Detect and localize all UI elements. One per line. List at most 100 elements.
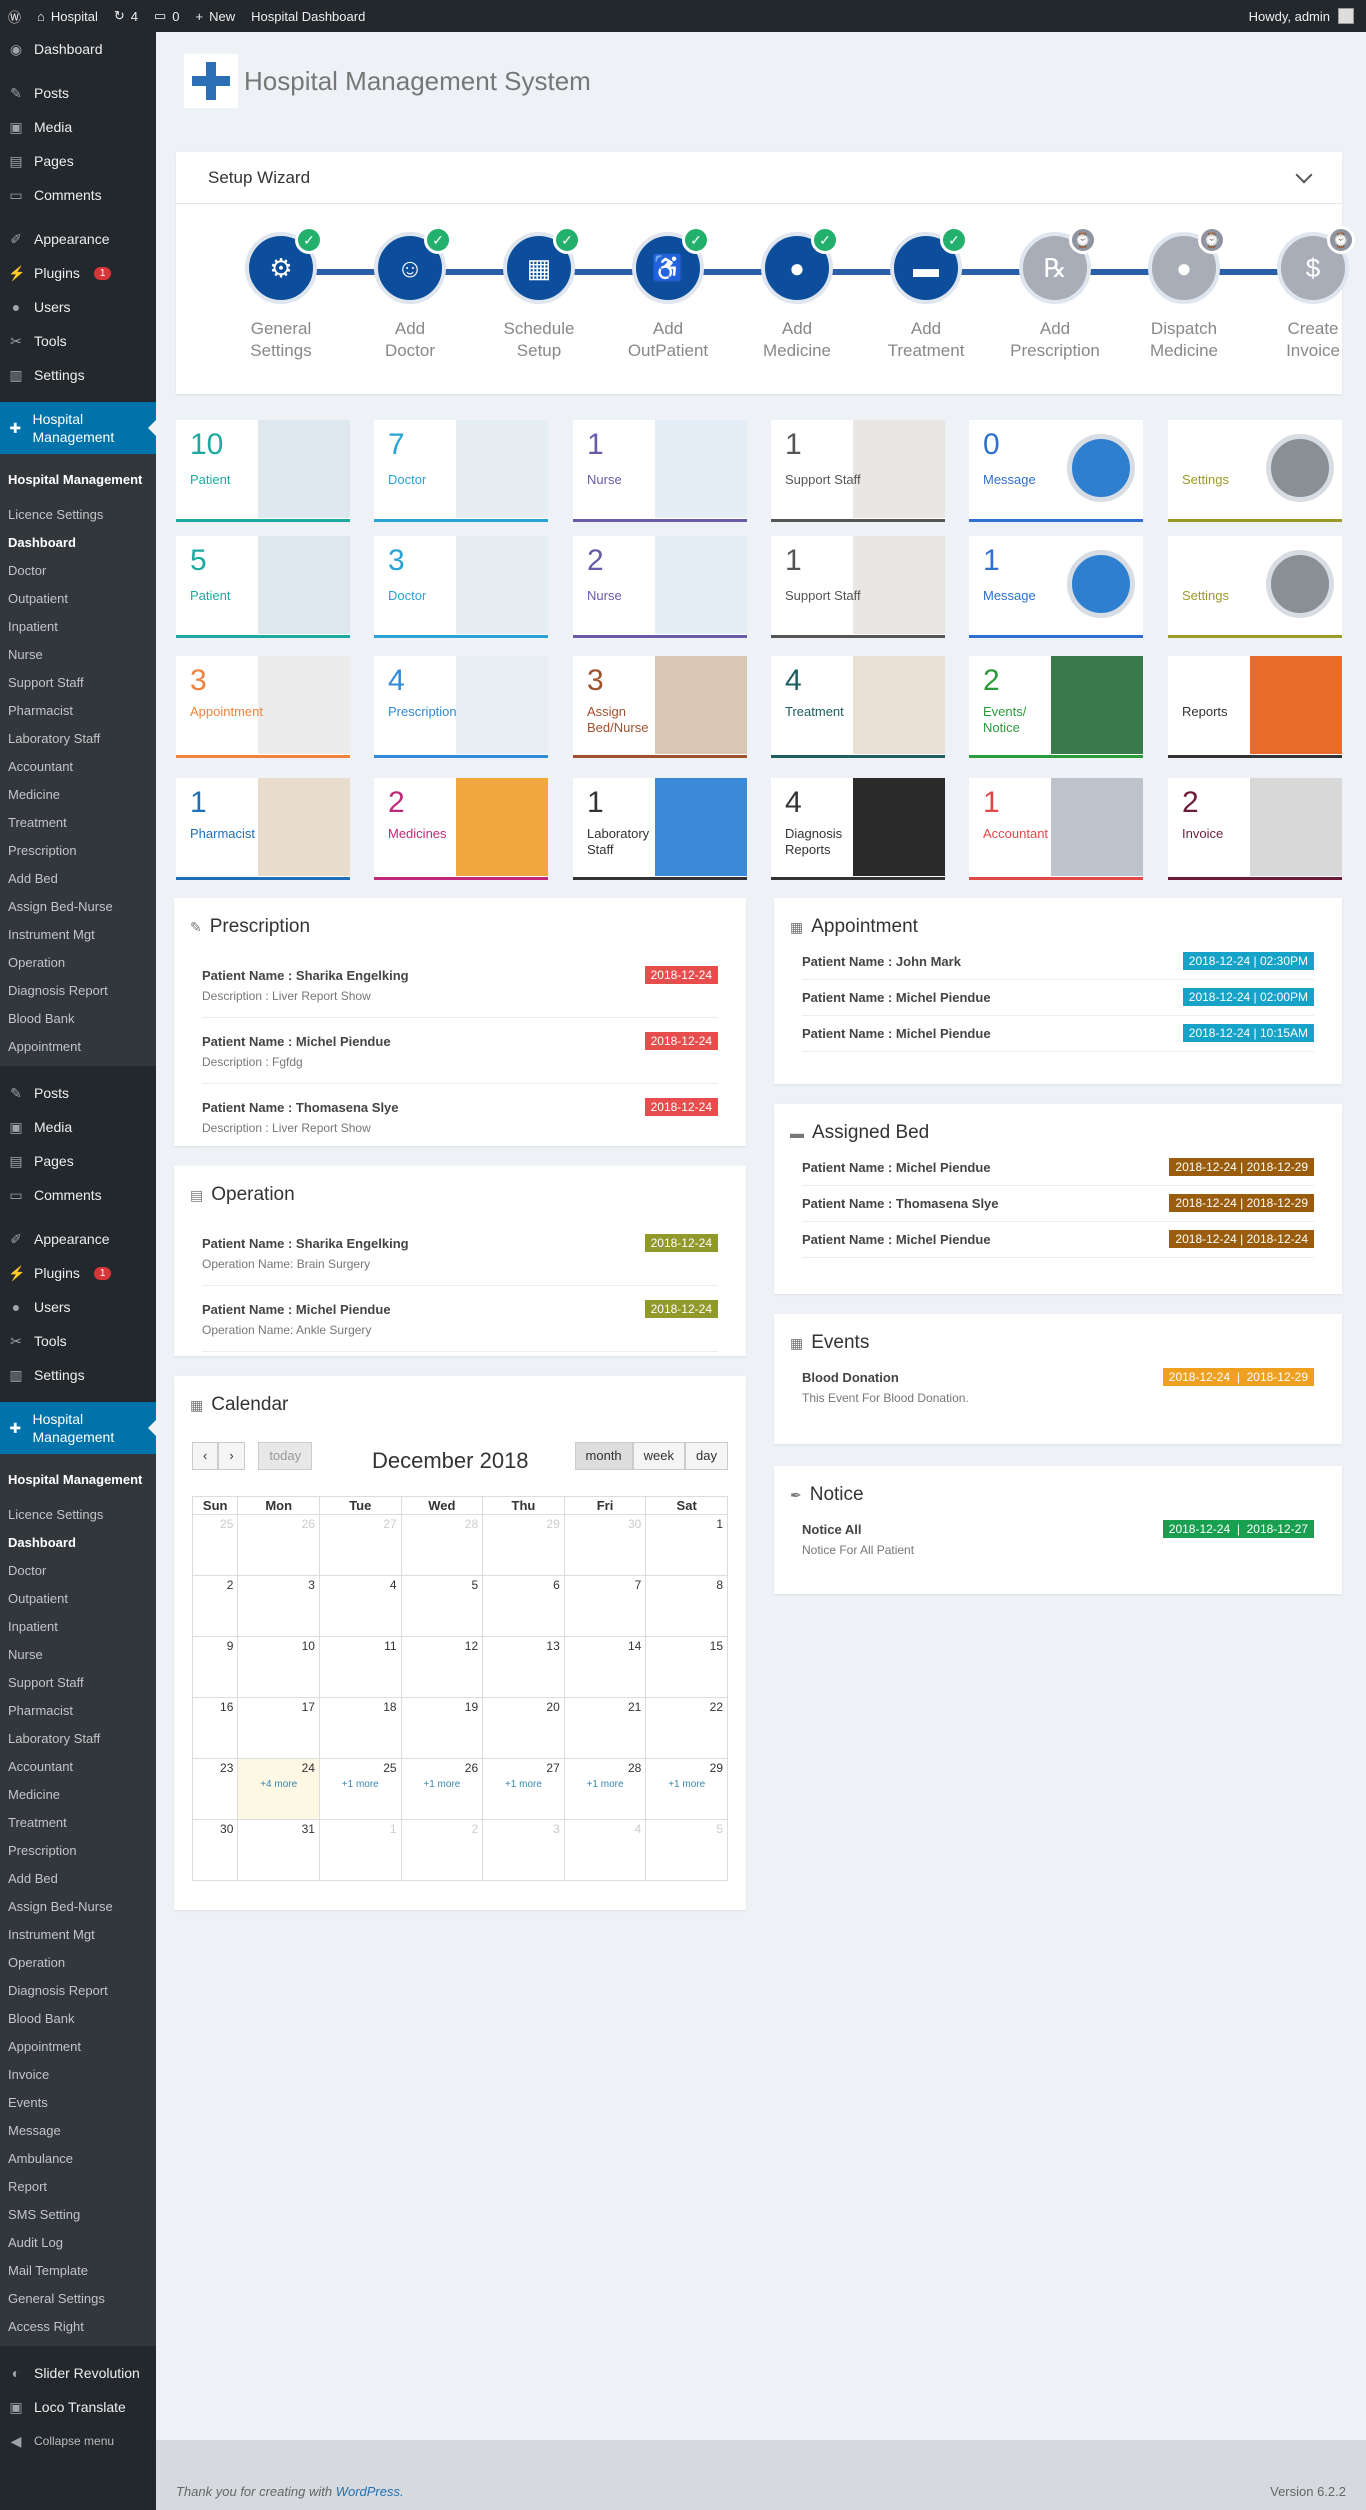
wizard-step[interactable]: ♿ ✓ Add OutPatient xyxy=(603,226,733,362)
submenu-item-treatment[interactable]: Treatment xyxy=(0,808,156,836)
account-menu[interactable]: Howdy, admin xyxy=(1249,8,1366,24)
stat-card-accountant[interactable]: 1 Accountant xyxy=(969,778,1143,880)
stat-card-nurse[interactable]: 1 Nurse xyxy=(573,420,747,522)
menu-media[interactable]: ▣ Media xyxy=(0,110,156,144)
submenu-item-ambulance[interactable]: Ambulance xyxy=(0,2144,156,2172)
submenu-item-blood-bank[interactable]: Blood Bank xyxy=(0,2004,156,2032)
menu-tools[interactable]: ✂ Tools xyxy=(0,1324,156,1358)
stat-card-assign-bed-nurse[interactable]: 3 Assign Bed/Nurse xyxy=(573,656,747,758)
submenu-item-dashboard[interactable]: Dashboard xyxy=(0,528,156,556)
stat-card-doctor[interactable]: 3 Doctor xyxy=(374,536,548,638)
submenu-item-invoice[interactable]: Invoice xyxy=(0,2060,156,2088)
calendar-day-cell[interactable]: 30 xyxy=(563,1514,647,1576)
calendar-prev-button[interactable]: ‹ xyxy=(192,1442,219,1470)
calendar-day-cell[interactable]: 30 xyxy=(191,1819,239,1881)
menu-loco-translate[interactable]: ▣ Loco Translate xyxy=(0,2390,156,2424)
chevron-down-icon[interactable] xyxy=(1295,166,1313,183)
calendar-day-cell[interactable]: 18 xyxy=(318,1697,402,1759)
stat-card-support-staff[interactable]: 1 Support Staff xyxy=(771,536,945,638)
calendar-day-cell[interactable]: 22 xyxy=(645,1697,728,1759)
wizard-step[interactable]: ⚙ ✓ General Settings xyxy=(216,226,346,362)
submenu-item-licence-settings[interactable]: Licence Settings xyxy=(0,1500,156,1528)
new-content-link[interactable]: + New xyxy=(188,0,244,32)
stat-card-settings[interactable]: Settings xyxy=(1168,536,1342,638)
submenu-item-operation[interactable]: Operation xyxy=(0,1948,156,1976)
submenu-item-nurse[interactable]: Nurse xyxy=(0,1640,156,1668)
calendar-day-cell[interactable]: 16 xyxy=(191,1697,239,1759)
menu-slider-revolution[interactable]: ◐ Slider Revolution xyxy=(0,2356,156,2390)
calendar-next-button[interactable]: › xyxy=(218,1442,245,1470)
stat-card-message[interactable]: 0 Message xyxy=(969,420,1143,522)
calendar-more-link[interactable]: +1 more xyxy=(569,1779,642,1790)
submenu-item-treatment[interactable]: Treatment xyxy=(0,1808,156,1836)
site-name-link[interactable]: ⌂ Hospital xyxy=(29,0,106,32)
menu-settings[interactable]: ▥ Settings xyxy=(0,1358,156,1392)
calendar-day-cell[interactable]: 28 xyxy=(400,1514,484,1576)
submenu-item-prescription[interactable]: Prescription xyxy=(0,1836,156,1864)
submenu-item-nurse[interactable]: Nurse xyxy=(0,640,156,668)
calendar-day-cell[interactable]: 17 xyxy=(237,1697,320,1759)
calendar-day-cell[interactable]: 2 xyxy=(400,1819,484,1881)
calendar-day-cell[interactable]: 24 +4 more xyxy=(237,1758,320,1820)
calendar-day-cell[interactable]: 31 xyxy=(237,1819,320,1881)
menu-plugins[interactable]: ⚡ Plugins 1 xyxy=(0,1256,156,1290)
stat-card-appointment[interactable]: 3 Appointment xyxy=(176,656,350,758)
calendar-day-cell[interactable]: 26 xyxy=(237,1514,320,1576)
submenu-item-instrument-mgt[interactable]: Instrument Mgt xyxy=(0,1920,156,1948)
menu-media[interactable]: ▣ Media xyxy=(0,1110,156,1144)
wordpress-link[interactable]: WordPress. xyxy=(336,2484,404,2499)
calendar-day-cell[interactable]: 10 xyxy=(237,1636,320,1698)
submenu-item-outpatient[interactable]: Outpatient xyxy=(0,1584,156,1612)
wizard-step[interactable]: ● ⌚ Dispatch Medicine xyxy=(1119,226,1249,362)
submenu-item-assign-bed-nurse[interactable]: Assign Bed-Nurse xyxy=(0,1892,156,1920)
wizard-step[interactable]: ▬ ✓ Add Treatment xyxy=(861,226,991,362)
submenu-item-report[interactable]: Report xyxy=(0,2172,156,2200)
calendar-today-button[interactable]: today xyxy=(258,1442,313,1470)
menu-pages[interactable]: ▤ Pages xyxy=(0,144,156,178)
menu-pages[interactable]: ▤ Pages xyxy=(0,1144,156,1178)
submenu-item-doctor[interactable]: Doctor xyxy=(0,556,156,584)
stat-card-medicines[interactable]: 2 Medicines xyxy=(374,778,548,880)
submenu-item-access-right[interactable]: Access Right xyxy=(0,2312,156,2340)
submenu-item-message[interactable]: Message xyxy=(0,2116,156,2144)
calendar-day-cell[interactable]: 15 xyxy=(645,1636,728,1698)
calendar-month-view-button[interactable]: month xyxy=(574,1442,633,1470)
stat-card-treatment[interactable]: 4 Treatment xyxy=(771,656,945,758)
calendar-day-cell[interactable]: 23 xyxy=(191,1758,239,1820)
submenu-item-add-bed[interactable]: Add Bed xyxy=(0,864,156,892)
menu-tools[interactable]: ✂ Tools xyxy=(0,324,156,358)
calendar-day-cell[interactable]: 6 xyxy=(482,1575,565,1637)
updates-link[interactable]: ↻ 4 xyxy=(106,0,146,32)
menu-appearance[interactable]: ✐ Appearance xyxy=(0,222,156,256)
menu-plugins[interactable]: ⚡ Plugins 1 xyxy=(0,256,156,290)
stat-card-laboratory-staff[interactable]: 1 Laboratory Staff xyxy=(573,778,747,880)
submenu-item-events[interactable]: Events xyxy=(0,2088,156,2116)
calendar-week-view-button[interactable]: week xyxy=(632,1442,686,1470)
calendar-day-cell[interactable]: 4 xyxy=(563,1819,647,1881)
calendar-day-cell[interactable]: 27 xyxy=(318,1514,402,1576)
menu-users[interactable]: ● Users xyxy=(0,290,156,324)
wizard-step[interactable]: $ ⌚ Create Invoice xyxy=(1248,226,1366,362)
calendar-day-cell[interactable]: 3 xyxy=(237,1575,320,1637)
stat-card-settings[interactable]: Settings xyxy=(1168,420,1342,522)
wizard-step[interactable]: ☺ ✓ Add Doctor xyxy=(345,226,475,362)
submenu-item-accountant[interactable]: Accountant xyxy=(0,752,156,780)
stat-card-nurse[interactable]: 2 Nurse xyxy=(573,536,747,638)
submenu-item-inpatient[interactable]: Inpatient xyxy=(0,1612,156,1640)
submenu-item-sms-setting[interactable]: SMS Setting xyxy=(0,2200,156,2228)
wp-logo-icon[interactable]: Ⓦ xyxy=(0,0,29,32)
submenu-item-pharmacist[interactable]: Pharmacist xyxy=(0,696,156,724)
submenu-item-mail-template[interactable]: Mail Template xyxy=(0,2256,156,2284)
calendar-day-cell[interactable]: 9 xyxy=(191,1636,239,1698)
submenu-item-general-settings[interactable]: General Settings xyxy=(0,2284,156,2312)
stat-card-patient[interactable]: 5 Patient xyxy=(176,536,350,638)
wizard-step[interactable]: ● ✓ Add Medicine xyxy=(732,226,862,362)
submenu-item-appointment[interactable]: Appointment xyxy=(0,1032,156,1060)
calendar-more-link[interactable]: +4 more xyxy=(242,1779,315,1790)
submenu-item-diagnosis-report[interactable]: Diagnosis Report xyxy=(0,976,156,1004)
submenu-item-add-bed[interactable]: Add Bed xyxy=(0,1864,156,1892)
calendar-more-link[interactable]: +1 more xyxy=(406,1779,479,1790)
menu-hospital-management[interactable]: ✚ Hospital Management xyxy=(0,1402,156,1454)
menu-settings[interactable]: ▥ Settings xyxy=(0,358,156,392)
menu-collapse-menu[interactable]: ◀ Collapse menu xyxy=(0,2424,156,2458)
